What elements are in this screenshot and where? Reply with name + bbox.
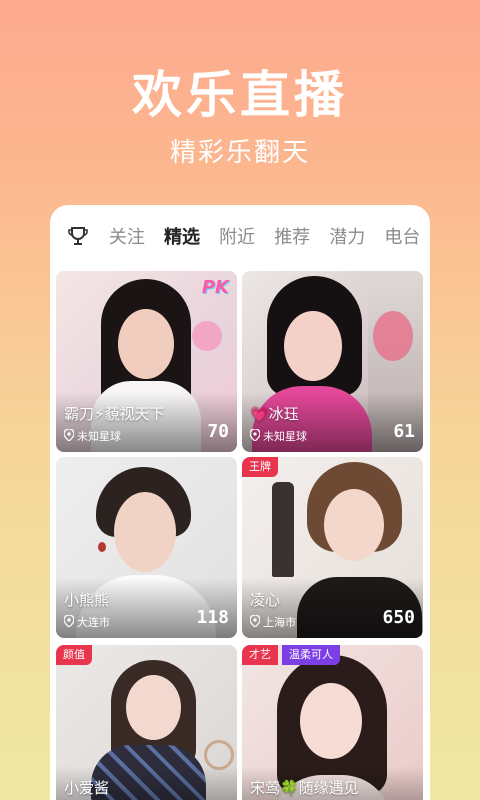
tab-radio[interactable]: 电台	[375, 223, 430, 249]
streamer-name: 宋莺🍀随缘遇见	[250, 779, 359, 797]
live-card[interactable]: 王牌 凌心 上海市 650	[242, 457, 423, 638]
wine-bottle	[272, 482, 294, 577]
viewer-count: 61	[393, 421, 415, 442]
pk-badge: PK	[201, 277, 229, 298]
streamer-name: 小熊熊	[64, 591, 110, 609]
earring	[98, 542, 106, 552]
live-card[interactable]: 颜值 小爱酱	[56, 645, 237, 800]
location: 未知星球	[249, 427, 307, 444]
viewer-count: 70	[207, 421, 229, 442]
location-pin-icon	[63, 427, 75, 444]
tab-recommend[interactable]: 推荐	[265, 223, 320, 249]
location: 未知星球	[63, 427, 121, 444]
hero-subtitle: 精彩乐翻天	[169, 138, 310, 168]
tag-badge: 温柔可人	[282, 645, 340, 665]
tag-badge: 颜值	[56, 645, 92, 665]
live-card[interactable]: PK 霸刀⚡藐视天下 未知星球 70	[56, 271, 237, 452]
tab-follow[interactable]: 关注	[99, 223, 154, 249]
portrait-face	[126, 675, 181, 740]
location: 上海市	[249, 613, 296, 630]
portrait-face	[118, 309, 174, 379]
location-label: 上海市	[263, 616, 296, 629]
category-tabs: 关注 精选 附近 推荐 潜力 电台	[50, 205, 430, 267]
location-label: 大连市	[77, 616, 110, 629]
portrait-face	[300, 683, 362, 759]
portrait-face	[114, 492, 176, 572]
live-card[interactable]: 才艺 温柔可人 宋莺🍀随缘遇见	[242, 645, 423, 800]
streamer-name: 凌心	[250, 591, 281, 609]
rose-decoration	[373, 311, 413, 361]
location-label: 未知星球	[263, 430, 307, 443]
live-card[interactable]: 💗冰珏 未知星球 61	[242, 271, 423, 452]
location-pin-icon	[249, 427, 261, 444]
viewer-count: 118	[196, 607, 229, 628]
viewer-count: 650	[382, 607, 415, 628]
tab-featured[interactable]: 精选	[154, 223, 209, 249]
trophy-icon[interactable]	[56, 205, 99, 267]
portrait-face	[324, 489, 384, 561]
hero-title: 欢乐直播	[132, 66, 348, 124]
live-list-panel: 关注 精选 附近 推荐 潜力 电台 PK 霸刀⚡藐视天下 未知星球 70 💗冰珏…	[50, 205, 430, 800]
live-card[interactable]: 小熊熊 大连市 118	[56, 457, 237, 638]
location-label: 未知星球	[77, 430, 121, 443]
streamer-name: 霸刀⚡藐视天下	[64, 405, 165, 423]
location: 大连市	[63, 613, 110, 630]
streamer-name: 小爱酱	[64, 779, 110, 797]
tab-nearby[interactable]: 附近	[210, 223, 265, 249]
tag-badge: 才艺	[242, 645, 278, 665]
tab-potential[interactable]: 潜力	[320, 223, 375, 249]
balloon-decoration	[192, 321, 222, 351]
tag-badge: 王牌	[242, 457, 278, 477]
streamer-name: 💗冰珏	[250, 405, 299, 423]
portrait-face	[284, 311, 342, 381]
location-pin-icon	[63, 613, 75, 630]
location-pin-icon	[249, 613, 261, 630]
